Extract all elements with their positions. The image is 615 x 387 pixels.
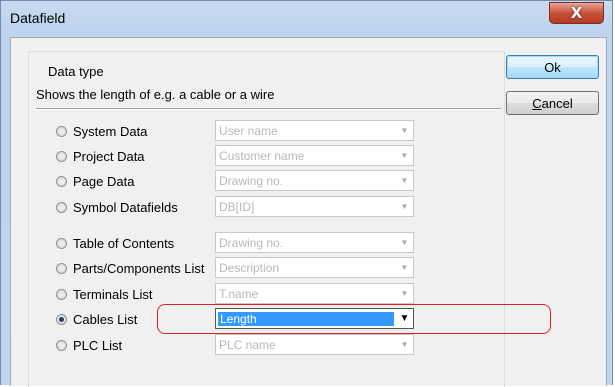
- description-text: Shows the length of e.g. a cable or a wi…: [36, 87, 275, 102]
- combo-page-data: Drawing no. ▼: [215, 170, 414, 191]
- radio-circle[interactable]: [56, 175, 67, 187]
- radio-label: Table of Contents: [73, 235, 175, 251]
- window-title: Datafield: [10, 10, 66, 26]
- radio-circle[interactable]: [56, 288, 67, 300]
- cancel-button[interactable]: Cancel: [506, 91, 599, 115]
- cancel-button-label: Cancel: [532, 96, 572, 111]
- chevron-down-icon: ▼: [400, 151, 409, 160]
- combo-table-of-contents: Drawing no. ▼: [215, 232, 414, 253]
- radio-circle[interactable]: [56, 237, 67, 249]
- combo-symbol-datafields: DB[ID] ▼: [215, 196, 414, 217]
- title-bar[interactable]: Datafield X: [1, 1, 614, 37]
- combo-parts-components-list: Description ▼: [215, 257, 414, 278]
- combo-project-data: Customer name ▼: [215, 145, 414, 166]
- ok-button[interactable]: Ok: [506, 55, 599, 79]
- radio-label: Cables List: [73, 311, 138, 327]
- radio-label: System Data: [73, 123, 148, 139]
- radio-label: Symbol Datafields: [73, 199, 178, 215]
- ok-button-label: Ok: [544, 59, 561, 75]
- combo-plc-list: PLC name ▼: [215, 334, 414, 355]
- chevron-down-icon: ▼: [400, 176, 409, 185]
- combo-value: User name: [219, 123, 278, 138]
- chevron-down-icon: ▼: [400, 263, 409, 272]
- chevron-down-icon: ▼: [400, 289, 409, 298]
- description-divider-highlight: [36, 109, 501, 110]
- combo-value: Drawing no.: [219, 235, 284, 250]
- combo-system-data: User name ▼: [215, 120, 414, 141]
- combo-value: T.name: [219, 286, 259, 301]
- radio-label: Project Data: [73, 148, 145, 164]
- combo-value: Description: [219, 260, 280, 275]
- radio-label: Page Data: [73, 173, 135, 189]
- chevron-down-icon: ▼: [400, 238, 409, 247]
- radio-circle[interactable]: [56, 339, 67, 351]
- close-icon: X: [570, 4, 583, 22]
- radio-label: Parts/Components List: [73, 260, 205, 276]
- radio-circle-selected[interactable]: [56, 313, 67, 325]
- radio-label: Terminals List: [73, 286, 153, 302]
- dialog-window: Datafield X Ok Cancel Data type Shows th…: [0, 0, 614, 387]
- cancel-mnemonic: C: [532, 95, 542, 111]
- group-title: Data type: [48, 64, 104, 79]
- chevron-down-icon: ▼: [400, 340, 409, 349]
- combo-value: DB[ID]: [219, 199, 255, 214]
- radio-label: PLC List: [73, 337, 123, 353]
- radio-circle[interactable]: [56, 125, 67, 137]
- chevron-down-icon: ▼: [400, 126, 409, 135]
- radio-circle[interactable]: [56, 150, 67, 162]
- combo-terminals-list: T.name ▼: [215, 283, 414, 304]
- combo-value: Drawing no.: [219, 173, 284, 188]
- radio-circle[interactable]: [56, 262, 67, 274]
- combo-value: Customer name: [219, 148, 305, 163]
- combo-value: PLC name: [219, 337, 276, 352]
- chevron-down-icon: ▼: [400, 202, 409, 211]
- cancel-rest: ancel: [541, 95, 573, 111]
- annotation-highlight: [157, 304, 551, 334]
- radio-circle[interactable]: [56, 201, 67, 213]
- close-button[interactable]: X: [549, 2, 604, 24]
